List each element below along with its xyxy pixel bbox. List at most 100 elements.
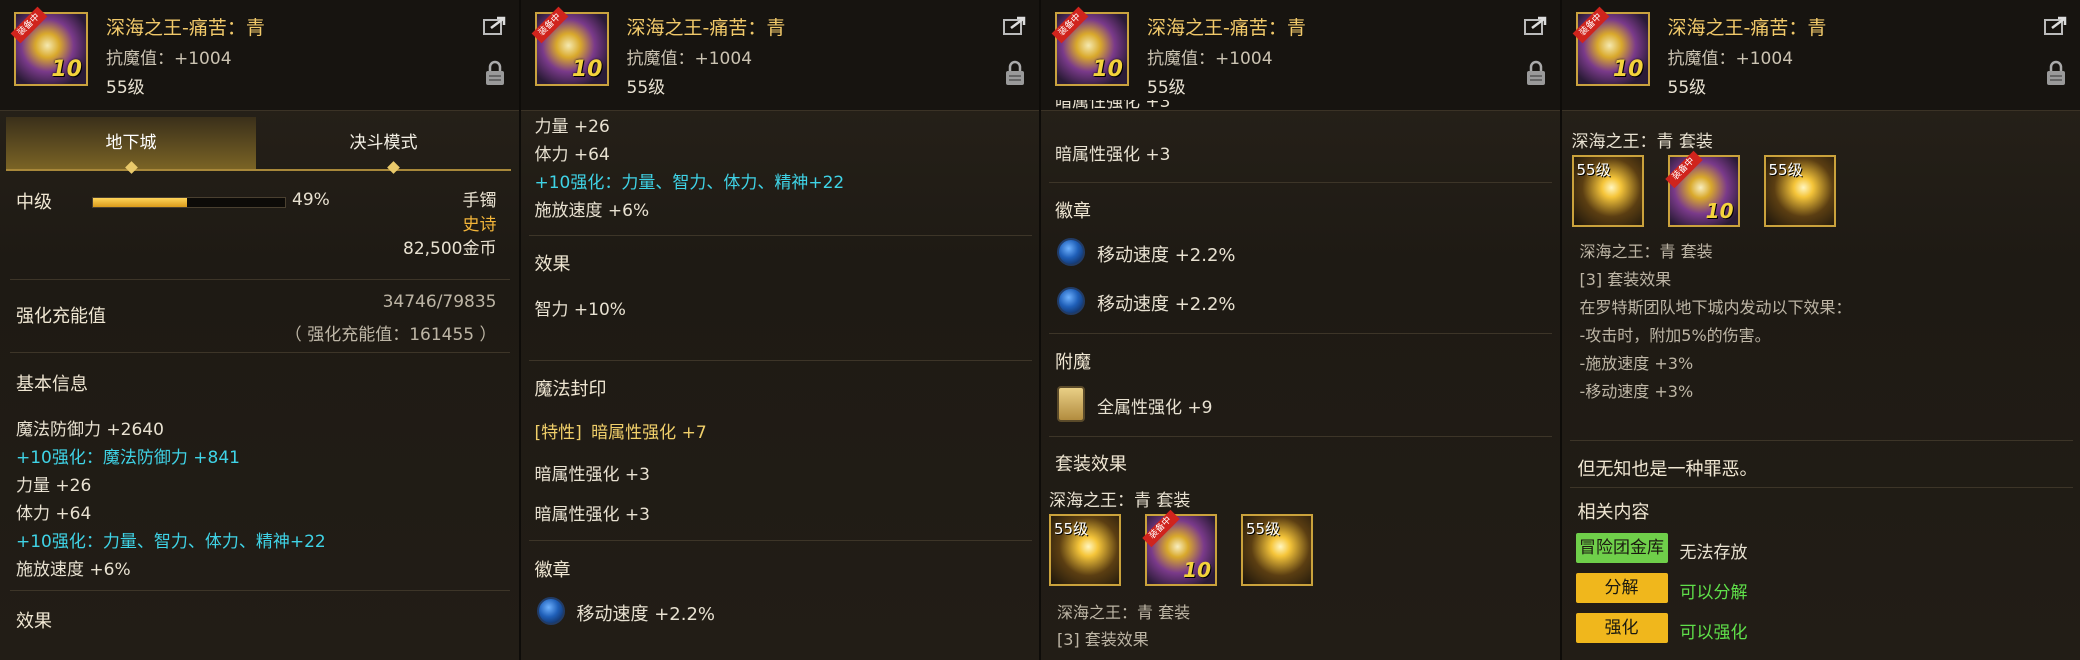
set-slot-3[interactable]: 55级 — [1763, 155, 1836, 227]
item-icon[interactable]: 装备中 10 — [10, 6, 88, 86]
item-level: 55级 — [1147, 78, 1186, 98]
charge-total: （ 强化充能值：161455 ） — [284, 325, 497, 345]
emblem-line: 移动速度 +2.2% — [1097, 294, 1236, 315]
price: 82,500金币 — [403, 239, 497, 259]
set-desc-line: -施放速度 +3% — [1579, 354, 1694, 373]
charge-value: 34746/79835 — [382, 292, 497, 312]
set-slot-2[interactable]: 装备中 10 — [1142, 509, 1217, 586]
enchant-title: 附魔 — [1055, 352, 1091, 373]
set-slot-2[interactable]: 装备中 10 — [1664, 150, 1740, 227]
reinforce-level-badge: 10 — [1705, 199, 1734, 223]
divider — [10, 279, 510, 280]
seal-title: 魔法封印 — [534, 379, 607, 400]
set-slot-1[interactable]: 55级 — [1049, 514, 1121, 586]
stat-line: 力量 +26 — [534, 117, 610, 137]
item-icon[interactable]: 装备中 10 — [531, 6, 609, 86]
item-level: 55级 — [626, 78, 666, 98]
equipped-badge: 装备中 — [1572, 6, 1609, 44]
divider — [1049, 436, 1552, 437]
set-name: 深海之王：青 套装 — [1571, 132, 1713, 152]
item-icon[interactable]: 装备中 10 — [1572, 6, 1650, 86]
set-desc-line: -攻击时，附加5%的伤害。 — [1579, 326, 1771, 345]
mode-tabs: 地下城 决斗模式 — [6, 117, 511, 174]
blue-emblem-icon — [1057, 287, 1085, 315]
seal-line: 暗属性强化 +3 — [534, 505, 650, 525]
equipped-badge: 装备中 — [531, 6, 568, 44]
trait-prefix: [特性] — [534, 423, 582, 443]
magic-resist: 抗魔值：+1004 — [1147, 49, 1273, 69]
effect-title: 效果 — [16, 611, 52, 632]
enchant-card-icon — [1057, 386, 1085, 422]
guild-vault-button[interactable]: 冒险团金库 — [1575, 533, 1668, 563]
share-icon[interactable] — [482, 16, 507, 36]
set-slot-3[interactable]: 55级 — [1241, 514, 1313, 586]
slot-level: 55级 — [1576, 161, 1611, 179]
divider — [528, 235, 1032, 236]
set-name: 深海之王：青 套装 — [1049, 491, 1191, 511]
reinforce-level-badge: 10 — [1612, 57, 1644, 82]
clipped-text: 暗属性强化 +3 — [1055, 100, 1171, 111]
lock-icon[interactable] — [485, 60, 505, 86]
seal-line: 暗属性强化 +3 — [534, 465, 650, 485]
item-level: 55级 — [106, 78, 145, 98]
stat-line: 体力 +64 — [16, 504, 92, 524]
share-icon[interactable] — [1003, 16, 1027, 36]
slot-level: 55级 — [1768, 161, 1803, 179]
tab-pvp[interactable]: 决斗模式 — [256, 117, 511, 169]
seal-stat: 暗属性强化 +7 — [591, 423, 707, 443]
disassemble-button[interactable]: 分解 — [1575, 573, 1668, 603]
stat-line: 暗属性强化 +3 — [1055, 145, 1171, 165]
lock-icon[interactable] — [1005, 60, 1025, 86]
tooltip-panel-3: 装备中 10 深海之王-痛苦：青 抗魔值：+1004 55级 暗属性强化 +3 … — [1041, 0, 1562, 660]
set-effect-3: [3] 套装效果 — [1057, 630, 1149, 649]
lock-icon[interactable] — [2046, 60, 2066, 86]
item-name: 深海之王-痛苦：青 — [626, 17, 786, 39]
rarity: 史诗 — [462, 215, 497, 235]
stat-line: 体力 +64 — [534, 145, 610, 165]
equipped-badge: 装备中 — [10, 6, 48, 44]
stat-line: 施放速度 +6% — [16, 560, 131, 580]
item-name: 深海之王-痛苦：青 — [1667, 17, 1827, 39]
lock-icon[interactable] — [1526, 60, 1546, 86]
slot-level: 55级 — [1246, 520, 1281, 538]
emblem-title: 徽章 — [1055, 201, 1091, 222]
item-level: 55级 — [1667, 78, 1707, 98]
tooltip-row: 装备中 10 深海之王-痛苦：青 抗魔值：+1004 55级 地下城 决斗模式 … — [0, 0, 2080, 660]
slot-type: 手镯 — [462, 191, 497, 211]
divider — [1569, 440, 2073, 441]
stat-line: 力量 +26 — [16, 476, 92, 496]
guild-vault-status: 无法存放 — [1679, 543, 1748, 563]
reinforce-level-badge: 10 — [51, 57, 82, 82]
emblem-title: 徽章 — [534, 560, 571, 581]
tooltip-panel-2: 装备中 10 深海之王-痛苦：青 抗魔值：+1004 55级 力量 +26 体力… — [520, 0, 1041, 660]
set-desc-line: 在罗特斯团队地下城内发动以下效果： — [1579, 298, 1852, 317]
equipped-badge: 装备中 — [1664, 150, 1703, 189]
share-icon[interactable] — [1523, 16, 1548, 36]
share-icon[interactable] — [2044, 16, 2068, 36]
reinforce-level-badge: 10 — [1092, 57, 1123, 82]
set-name-detail: 深海之王：青 套装 — [1579, 242, 1713, 261]
blue-emblem-icon — [536, 597, 565, 625]
charge-title: 强化充能值 — [16, 306, 106, 327]
magic-resist: 抗魔值：+1004 — [106, 49, 232, 69]
effect-title: 效果 — [534, 254, 571, 275]
reinforce-button[interactable]: 强化 — [1575, 613, 1668, 643]
item-header: 装备中 10 深海之王-痛苦：青 抗魔值：+1004 55级 — [1561, 0, 2080, 111]
set-name-detail: 深海之王：青 套装 — [1057, 603, 1191, 622]
item-name: 深海之王-痛苦：青 — [106, 17, 265, 39]
divider — [1569, 487, 2073, 488]
emblem-line: 移动速度 +2.2% — [576, 604, 716, 625]
reinforce-status: 可以强化 — [1679, 623, 1748, 643]
set-effect-3: [3] 套装效果 — [1579, 270, 1672, 289]
divider — [528, 360, 1032, 361]
tier-progress-bar — [92, 197, 286, 208]
magic-resist: 抗魔值：+1004 — [626, 49, 753, 69]
item-icon[interactable]: 装备中 10 — [1051, 6, 1129, 86]
equipped-badge: 装备中 — [1051, 6, 1089, 44]
set-slot-1[interactable]: 55级 — [1571, 155, 1644, 227]
item-header: 装备中 10 深海之王-痛苦：青 抗魔值：+1004 55级 — [0, 0, 519, 111]
item-header: 装备中 10 深海之王-痛苦：青 抗魔值：+1004 55级 — [520, 0, 1039, 111]
divider — [528, 540, 1032, 541]
divider — [10, 590, 510, 591]
disassemble-status: 可以分解 — [1679, 583, 1748, 603]
